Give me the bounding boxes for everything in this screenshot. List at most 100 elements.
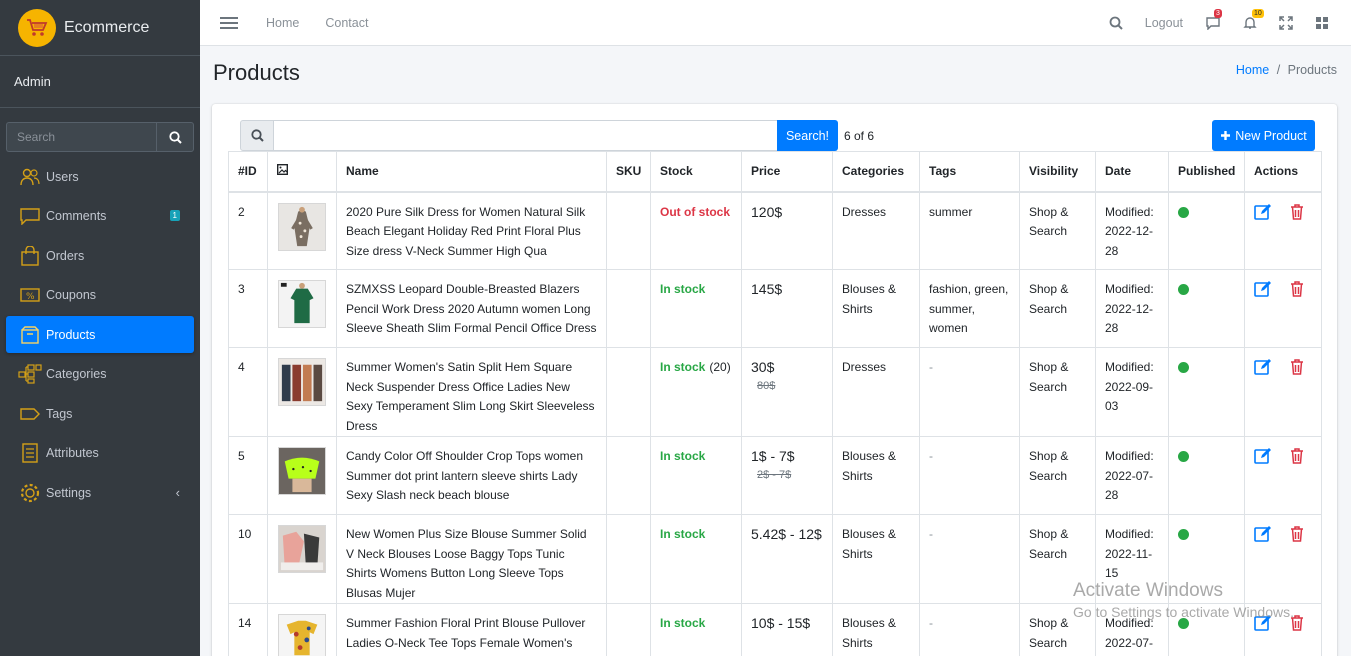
- trash-icon[interactable]: [1290, 203, 1304, 220]
- sidebar-item-attributes[interactable]: Attributes: [6, 435, 194, 472]
- image-icon: [276, 164, 289, 176]
- trash-icon[interactable]: [1290, 358, 1304, 375]
- chevron-left-icon: ‹: [175, 485, 180, 500]
- cell-name[interactable]: Summer Fashion Floral Print Blouse Pullo…: [336, 603, 607, 656]
- published-status-dot: [1178, 284, 1189, 295]
- cell-name[interactable]: Candy Color Off Shoulder Crop Tops women…: [336, 436, 607, 515]
- stock-quantity: (20): [709, 360, 731, 374]
- brand[interactable]: Ecommerce: [0, 0, 200, 56]
- product-thumbnail-image[interactable]: [278, 280, 326, 328]
- product-thumbnail-image[interactable]: [278, 358, 326, 406]
- grid-icon[interactable]: [1315, 16, 1329, 30]
- stock-status: In stock: [660, 282, 706, 296]
- sidebar-item-categories[interactable]: Categories: [6, 356, 194, 393]
- user-panel[interactable]: Admin: [0, 56, 200, 108]
- sidebar-item-users[interactable]: Users: [6, 158, 194, 195]
- trash-icon[interactable]: [1290, 525, 1304, 542]
- nav-home-link[interactable]: Home: [266, 16, 299, 30]
- page-title: Products: [213, 60, 300, 85]
- fullscreen-icon[interactable]: [1279, 16, 1293, 30]
- cell-actions: [1244, 436, 1322, 515]
- nav-contact-link[interactable]: Contact: [325, 16, 368, 30]
- column-header-date[interactable]: Date: [1095, 151, 1169, 193]
- watermark-subtitle: Go to Settings to activate Windows.: [1073, 604, 1294, 620]
- price: 145$: [751, 281, 783, 297]
- product-thumbnail-image[interactable]: [278, 614, 326, 656]
- messages-button[interactable]: 3: [1205, 9, 1222, 30]
- cell-name[interactable]: 2020 Pure Silk Dress for Women Natural S…: [336, 191, 607, 270]
- product-thumbnail-image[interactable]: [278, 202, 326, 251]
- sidebar-search-button[interactable]: [156, 122, 194, 152]
- sidebar-item-comments[interactable]: Comments 1: [6, 198, 194, 235]
- sidebar-item-label: Categories: [46, 367, 107, 381]
- price: 120$: [751, 203, 783, 220]
- stock-status: In stock: [660, 616, 706, 630]
- sidebar-item-tags[interactable]: Tags: [6, 395, 194, 432]
- edit-icon[interactable]: [1254, 525, 1272, 542]
- products-card: Search! 6 of 6 New Product #ID Name SKU …: [212, 104, 1337, 656]
- published-status-dot: [1178, 451, 1189, 462]
- breadcrumb-current: Products: [1287, 63, 1337, 77]
- published-status-dot: [1178, 206, 1189, 218]
- cell-tags: fashion, green, summer, women: [919, 269, 1020, 348]
- cell-date: Modified: 2022-09-03: [1095, 347, 1169, 437]
- regular-price: 80$: [757, 379, 776, 392]
- result-count: 6 of 6: [844, 129, 875, 143]
- cell-stock: In stock (20): [650, 347, 742, 437]
- cell-visibility: Shop & Search: [1019, 269, 1096, 348]
- column-header-stock[interactable]: Stock: [650, 151, 742, 193]
- table-header-row: #ID Name SKU Stock Price Categories Tags…: [228, 151, 1322, 193]
- new-product-button[interactable]: New Product: [1212, 120, 1315, 151]
- cell-price: 120$: [741, 191, 833, 270]
- breadcrumb-home-link[interactable]: Home: [1236, 63, 1269, 77]
- sidebar: Ecommerce Admin Users Comments 1 Orders …: [0, 0, 200, 656]
- cell-sku: [606, 347, 651, 437]
- cell-tags: -: [919, 347, 1020, 437]
- sidebar-item-products[interactable]: Products: [6, 316, 194, 353]
- cell-stock: In stock: [650, 514, 742, 604]
- edit-icon[interactable]: [1254, 203, 1272, 220]
- cell-name[interactable]: Summer Women's Satin Split Hem Square Ne…: [336, 347, 607, 437]
- column-header-published[interactable]: Published: [1168, 151, 1245, 193]
- menu-toggle-icon[interactable]: [220, 16, 238, 29]
- messages-badge: 3: [1214, 9, 1222, 18]
- cell-price: 145$: [741, 269, 833, 348]
- column-header-tags[interactable]: Tags: [919, 151, 1020, 193]
- cell-price: 10$ - 15$: [741, 603, 833, 656]
- list-icon: [18, 442, 42, 464]
- notifications-button[interactable]: 10: [1243, 9, 1264, 30]
- sidebar-item-label: Orders: [46, 248, 85, 263]
- cell-name[interactable]: SZMXSS Leopard Double-Breasted Blazers P…: [336, 269, 607, 348]
- column-header-visibility[interactable]: Visibility: [1019, 151, 1096, 193]
- cell-name[interactable]: New Women Plus Size Blouse Summer Solid …: [336, 514, 607, 604]
- comment-icon: [18, 205, 42, 227]
- search-button[interactable]: Search!: [777, 120, 838, 151]
- sidebar-search-input[interactable]: [6, 122, 156, 152]
- edit-icon[interactable]: [1254, 280, 1272, 297]
- logout-link[interactable]: Logout: [1145, 16, 1183, 30]
- sidebar-item-settings[interactable]: Settings ‹: [6, 474, 194, 511]
- product-thumbnail-image[interactable]: [278, 525, 326, 573]
- trash-icon[interactable]: [1290, 280, 1304, 297]
- edit-icon[interactable]: [1254, 447, 1272, 464]
- sidebar-item-orders[interactable]: Orders: [6, 237, 194, 274]
- product-thumbnail-image[interactable]: [278, 447, 326, 495]
- cell-id: 4: [228, 347, 268, 437]
- product-search-input[interactable]: [274, 120, 777, 151]
- cell-categories: Blouses & Shirts: [832, 269, 920, 348]
- column-header-id[interactable]: #ID: [228, 151, 268, 193]
- activate-windows-watermark: Activate Windows Go to Settings to activ…: [1073, 580, 1294, 620]
- column-header-sku[interactable]: SKU: [606, 151, 651, 193]
- tag-icon: [18, 403, 42, 425]
- user-name[interactable]: Admin: [14, 74, 51, 89]
- table-row: 3 SZMXSS Leopard Double-Breasted Blazers…: [228, 269, 1322, 348]
- search-icon[interactable]: [1109, 16, 1123, 30]
- edit-icon[interactable]: [1254, 358, 1272, 375]
- notifications-badge: 10: [1252, 9, 1264, 18]
- sidebar-item-coupons[interactable]: % Coupons: [6, 277, 194, 314]
- trash-icon[interactable]: [1290, 447, 1304, 464]
- column-header-name[interactable]: Name: [336, 151, 607, 193]
- column-header-categories[interactable]: Categories: [832, 151, 920, 193]
- column-header-price[interactable]: Price: [741, 151, 833, 193]
- sidebar-item-label: Attributes: [46, 446, 99, 460]
